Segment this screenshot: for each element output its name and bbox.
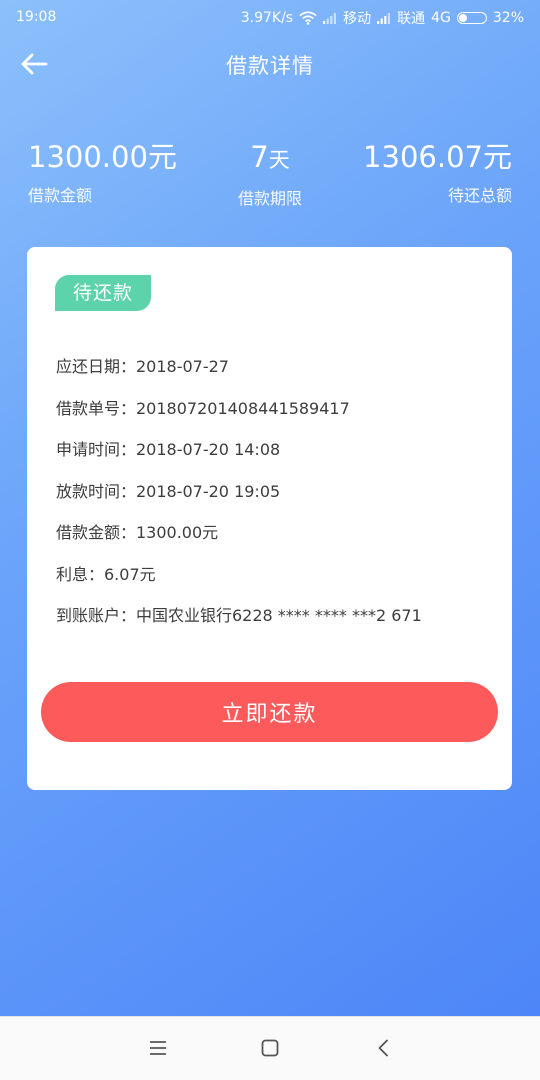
repay-now-button[interactable]: 立即还款 xyxy=(41,682,498,742)
detail-interest: 利息：6.07元 xyxy=(56,564,156,584)
page-title: 借款详情 xyxy=(226,54,314,78)
battery-icon xyxy=(456,12,487,24)
battery-percent: 32% xyxy=(492,10,524,26)
signal-icon xyxy=(323,13,337,24)
detail-list: 应还日期：2018-07-27 借款单号：2018072014084415894… xyxy=(56,353,422,644)
square-home-icon xyxy=(261,1039,279,1057)
battery-level-fill xyxy=(458,14,468,22)
nav-menu-button[interactable] xyxy=(143,1033,173,1063)
summary-total-due: 1306.07元 待还总额 xyxy=(363,138,512,206)
system-nav-bar xyxy=(0,1016,540,1080)
signal-icon xyxy=(377,13,391,24)
nav-back-button[interactable] xyxy=(368,1033,398,1063)
status-time: 19:08 xyxy=(16,9,57,25)
screen: 19:08 3.97K/s 移动 联通 4G 32% 借款详情 1300.00元… xyxy=(0,0,540,1016)
status-indicators: 3.97K/s 移动 联通 4G 32% xyxy=(241,8,524,28)
menu-icon xyxy=(150,1041,166,1055)
network-speed: 3.97K/s xyxy=(240,10,294,26)
status-badge: 待还款 xyxy=(55,275,152,311)
detail-apply-time: 申请时间：2018-07-20 14:08 xyxy=(56,440,281,459)
total-due-value: 1306.07 xyxy=(363,140,483,174)
loan-summary: 1300.00元 借款金额 7天 借款期限 1306.07元 待还总额 xyxy=(28,138,512,218)
status-bar: 19:08 3.97K/s 移动 联通 4G 32% xyxy=(0,0,540,36)
chevron-left-icon xyxy=(378,1039,388,1057)
detail-loan-number: 借款单号：20180720140844158941​7 xyxy=(56,398,350,418)
carrier-1: 移动 xyxy=(343,11,372,27)
carrier-2: 联通 xyxy=(397,11,426,27)
network-type: 4G xyxy=(431,10,451,26)
loan-detail-card: 待还款 应还日期：2018-07-27 借款单号：201807201408441… xyxy=(27,247,512,790)
loan-term-unit: 天 xyxy=(268,148,290,172)
total-due-label: 待还总额 xyxy=(447,186,512,205)
wifi-icon xyxy=(299,11,317,25)
detail-due-date: 应还日期：2018-07-27 xyxy=(56,357,229,376)
detail-disburse-time: 放款时间：2018-07-20 19:05 xyxy=(56,481,281,501)
total-due-unit: 元 xyxy=(482,140,512,174)
detail-loan-amount: 借款金额：1300.00元 xyxy=(56,523,219,542)
nav-home-button[interactable] xyxy=(255,1033,285,1063)
loan-term-value: 7 xyxy=(250,140,269,174)
detail-receiving-account: 到账账户：中国农业银行6228 **** **** ***2 671 xyxy=(56,606,422,625)
